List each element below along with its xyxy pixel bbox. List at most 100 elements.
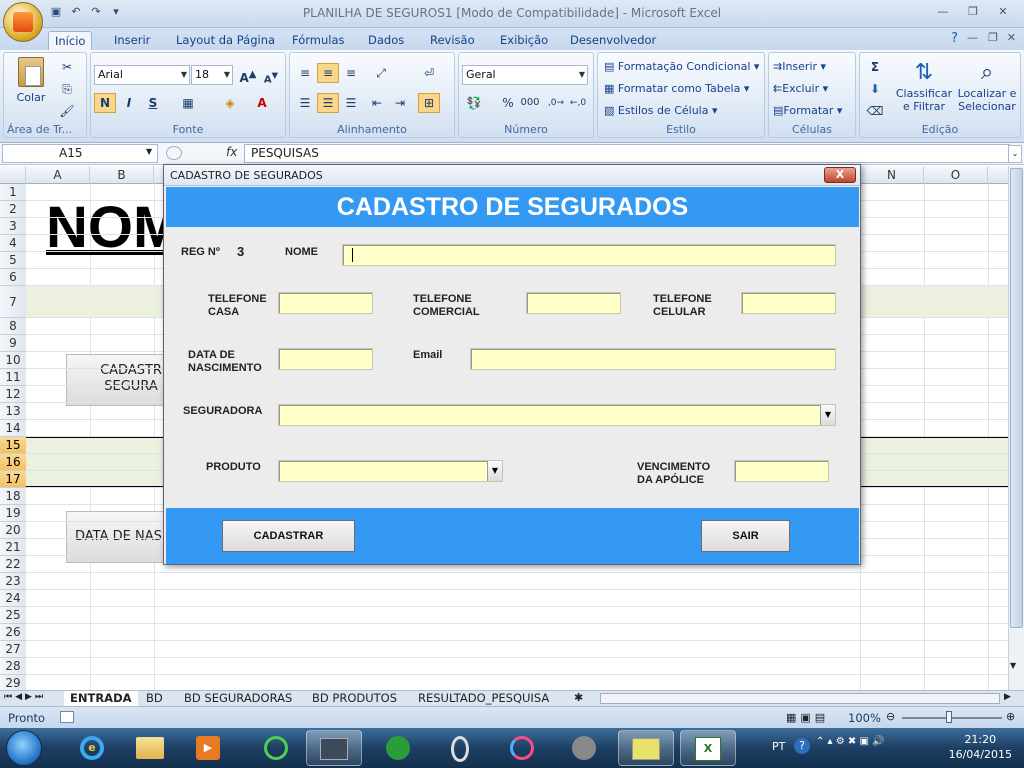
- clear-icon[interactable]: ⌫: [864, 101, 886, 121]
- row-header[interactable]: 5: [0, 252, 26, 269]
- row-header[interactable]: 25: [0, 607, 26, 624]
- redo-icon[interactable]: ↷: [88, 4, 104, 20]
- shrink-font-icon[interactable]: A▼: [260, 65, 282, 85]
- zoom-slider-thumb[interactable]: [946, 711, 952, 723]
- telefone-celular-input[interactable]: [741, 292, 836, 314]
- sheet-nav-arrows-icon[interactable]: ⏮◀▶⏭: [4, 692, 46, 702]
- row-header[interactable]: 4: [0, 235, 26, 252]
- start-button[interactable]: [6, 730, 42, 766]
- row-header[interactable]: 18: [0, 488, 26, 505]
- font-family-select[interactable]: Arial ▼: [94, 65, 190, 85]
- ribbon-close-icon[interactable]: ✕: [1007, 31, 1016, 44]
- taskbar-app-icon-7[interactable]: [618, 730, 674, 766]
- tab-desenvolvedor[interactable]: Desenvolvedor: [564, 31, 662, 50]
- row-header[interactable]: 14: [0, 420, 26, 437]
- horizontal-scrollbar[interactable]: [600, 693, 1000, 704]
- cadastrar-button[interactable]: CADASTRAR: [222, 520, 355, 552]
- seguradora-select[interactable]: ▼: [278, 404, 836, 426]
- tray-icons[interactable]: ⌃ ▴ ⚙ ✖ ▣ 🔊: [816, 736, 885, 747]
- tab-revisao[interactable]: Revisão: [424, 31, 481, 50]
- row-header[interactable]: 13: [0, 403, 26, 420]
- decrease-indent-icon[interactable]: ⇤: [366, 93, 388, 113]
- delete-cells-button[interactable]: ⇇Excluir ▾: [773, 79, 828, 99]
- row-header[interactable]: 9: [0, 335, 26, 352]
- taskbar-app-icon-4[interactable]: [432, 730, 488, 766]
- currency-icon[interactable]: 💱: [463, 93, 485, 113]
- save-icon[interactable]: ▣: [48, 4, 64, 20]
- view-buttons-icon[interactable]: ▦▣▤: [786, 711, 829, 724]
- align-top-icon[interactable]: ≡: [294, 63, 316, 83]
- align-right-icon[interactable]: ☰: [340, 93, 362, 113]
- select-all-corner[interactable]: [0, 166, 26, 184]
- percent-button[interactable]: %: [497, 93, 519, 113]
- telefone-comercial-input[interactable]: [526, 292, 621, 314]
- paste-button[interactable]: Colar: [10, 57, 52, 104]
- tab-inserir[interactable]: Inserir: [108, 31, 156, 50]
- row-header[interactable]: 26: [0, 624, 26, 641]
- tab-dados[interactable]: Dados: [362, 31, 410, 50]
- tab-formulas[interactable]: Fórmulas: [286, 31, 351, 50]
- email-input[interactable]: [470, 348, 836, 370]
- zoom-out-icon[interactable]: ⊖: [886, 710, 895, 723]
- fill-icon[interactable]: ⬇: [864, 79, 886, 99]
- format-cells-button[interactable]: ▤Formatar ▾: [773, 101, 842, 121]
- row-header[interactable]: 17: [0, 471, 26, 488]
- language-indicator[interactable]: PT: [772, 740, 785, 753]
- clock[interactable]: 21:20 16/04/2015: [949, 732, 1012, 762]
- copy-icon[interactable]: ⎘: [56, 79, 78, 99]
- row-header[interactable]: 28: [0, 658, 26, 675]
- help-icon[interactable]: ?: [951, 31, 958, 46]
- office-button[interactable]: [3, 2, 43, 42]
- vertical-scroll-thumb[interactable]: [1010, 168, 1023, 628]
- taskbar-excel-icon[interactable]: X: [680, 730, 736, 766]
- telefone-casa-input[interactable]: [278, 292, 373, 314]
- increase-indent-icon[interactable]: ⇥: [389, 93, 411, 113]
- fill-color-icon[interactable]: ◈: [219, 93, 241, 113]
- align-left-icon[interactable]: ☰: [294, 93, 316, 113]
- taskbar-ie-icon[interactable]: e: [64, 730, 120, 766]
- row-header[interactable]: 21: [0, 539, 26, 556]
- ribbon-minimize-icon[interactable]: —: [967, 31, 978, 44]
- name-box-dropdown-icon[interactable]: ▼: [146, 147, 152, 156]
- format-painter-icon[interactable]: 🖌: [56, 101, 78, 121]
- help-tray-icon[interactable]: ?: [794, 738, 810, 754]
- restore-button[interactable]: ❐: [958, 2, 988, 22]
- format-as-table-button[interactable]: ▦ Formatar como Tabela ▾: [604, 79, 749, 99]
- tab-inicio[interactable]: Início: [48, 31, 93, 50]
- column-header-a[interactable]: A: [26, 166, 90, 184]
- sair-button[interactable]: SAIR: [701, 520, 790, 552]
- underline-button[interactable]: S: [142, 93, 164, 113]
- close-window-button[interactable]: ✕: [988, 2, 1018, 22]
- row-header[interactable]: 2: [0, 201, 26, 218]
- taskbar-app-icon-2[interactable]: [306, 730, 362, 766]
- formula-input[interactable]: PESQUISAS: [244, 144, 1010, 163]
- wrap-text-icon[interactable]: ⏎: [418, 63, 440, 83]
- zoom-slider[interactable]: [902, 717, 1002, 719]
- insert-sheet-icon[interactable]: ✱: [574, 691, 583, 704]
- font-color-icon[interactable]: A: [251, 93, 273, 113]
- taskbar-app-icon-5[interactable]: [494, 730, 550, 766]
- bold-button[interactable]: N: [94, 93, 116, 113]
- column-header-n[interactable]: N: [860, 166, 924, 184]
- row-header[interactable]: 3: [0, 218, 26, 235]
- row-header[interactable]: 22: [0, 556, 26, 573]
- increase-decimal-icon[interactable]: ,0→: [545, 93, 567, 113]
- align-middle-icon[interactable]: ≡: [317, 63, 339, 83]
- grow-font-icon[interactable]: A▲: [237, 65, 259, 85]
- row-header[interactable]: 16: [0, 454, 26, 471]
- taskbar-media-icon[interactable]: ▶: [180, 730, 236, 766]
- minimize-button[interactable]: —: [928, 2, 958, 22]
- row-header[interactable]: 12: [0, 386, 26, 403]
- row-header[interactable]: 6: [0, 269, 26, 286]
- row-header[interactable]: 1: [0, 184, 26, 201]
- taskbar-app-icon-1[interactable]: [248, 730, 304, 766]
- produto-select[interactable]: ▼: [278, 460, 503, 482]
- taskbar-app-icon-6[interactable]: [556, 730, 612, 766]
- decrease-decimal-icon[interactable]: ←,0: [567, 93, 589, 113]
- row-header[interactable]: 24: [0, 590, 26, 607]
- dialog-close-button[interactable]: X: [824, 167, 856, 183]
- italic-button[interactable]: I: [118, 93, 140, 113]
- align-bottom-icon[interactable]: ≡: [340, 63, 362, 83]
- align-center-icon[interactable]: ☰: [317, 93, 339, 113]
- number-format-select[interactable]: Geral ▼: [462, 65, 588, 85]
